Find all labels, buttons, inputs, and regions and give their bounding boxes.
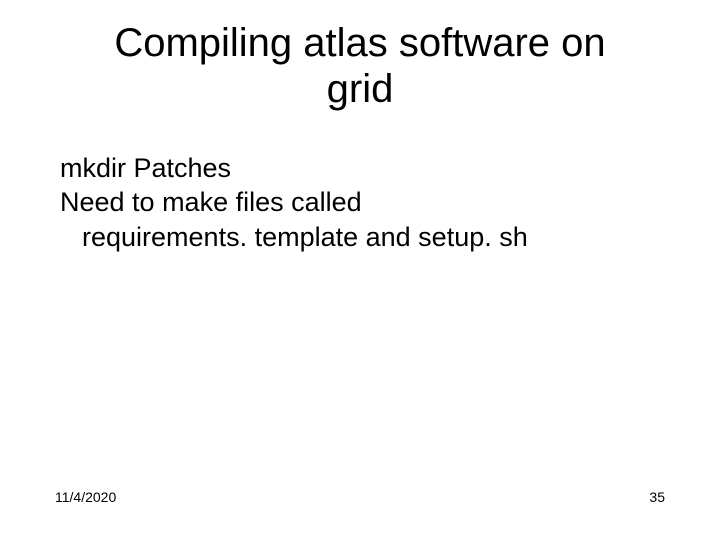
footer-date: 11/4/2020 [55,489,116,505]
footer-page-number: 35 [649,489,665,505]
body-line-2: Need to make files called [60,186,670,218]
body-line-1: mkdir Patches [60,152,670,184]
slide-body: mkdir Patches Need to make files called … [50,152,670,489]
body-line-3: requirements. template and setup. sh [60,221,670,253]
slide-container: Compiling atlas software on grid mkdir P… [0,0,720,540]
slide-title: Compiling atlas software on grid [50,20,670,112]
slide-footer: 11/4/2020 35 [50,489,670,510]
